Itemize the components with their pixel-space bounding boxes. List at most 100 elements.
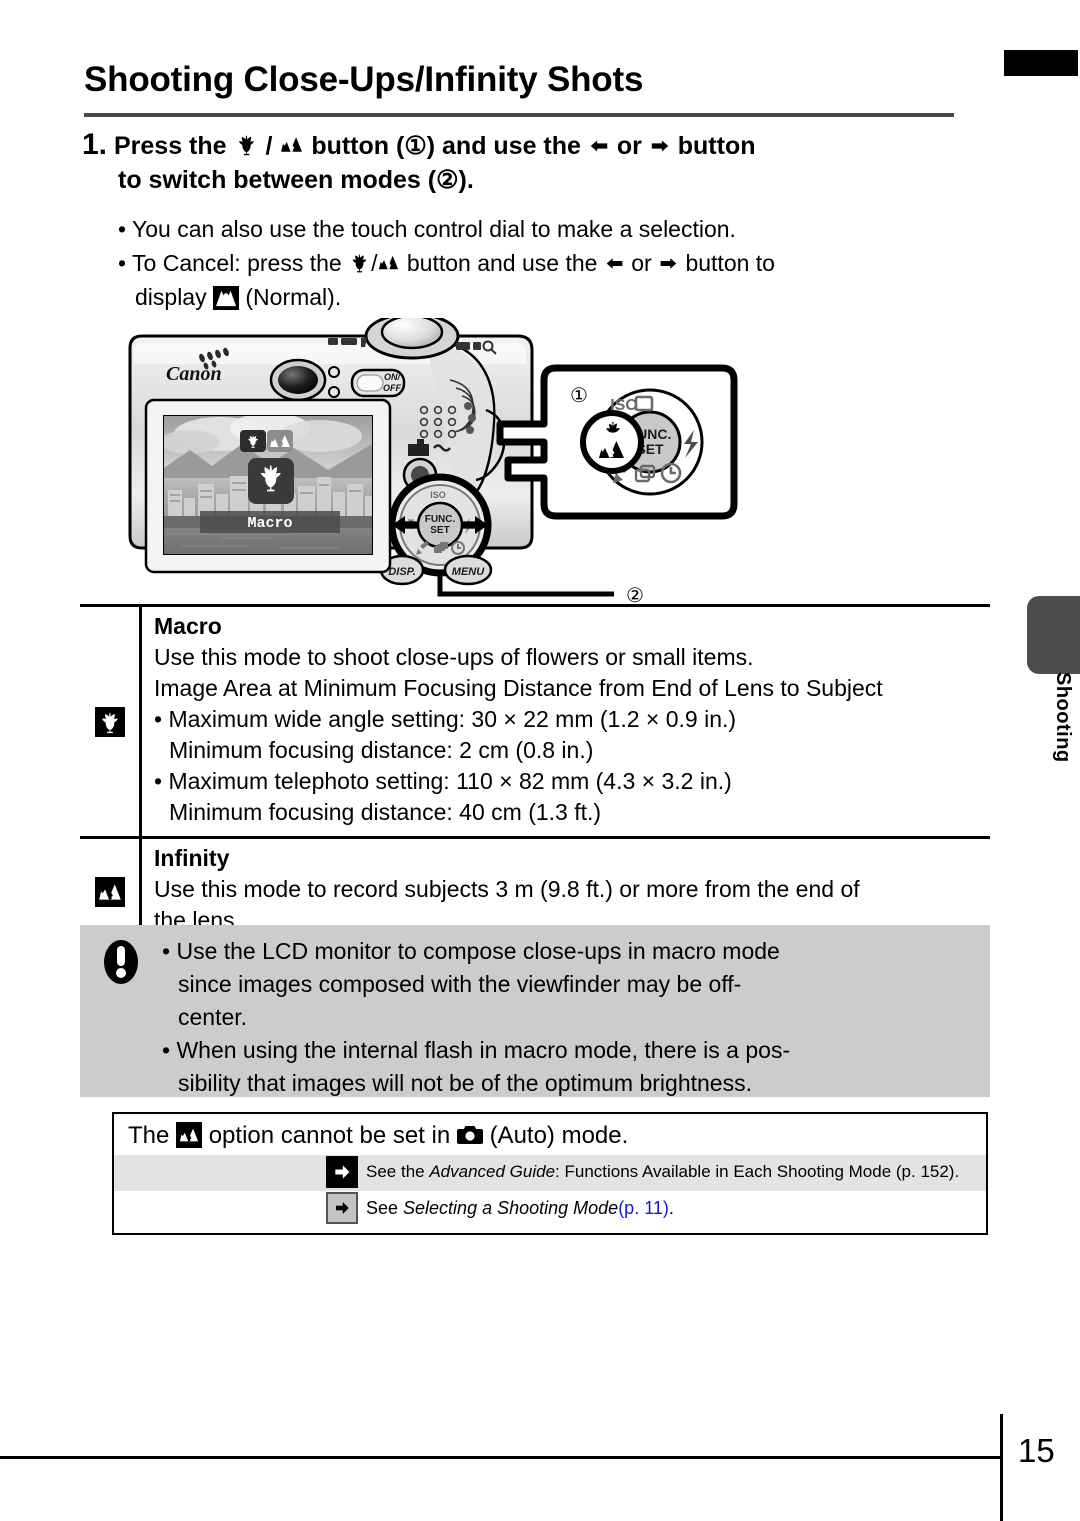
step-text-b: button (	[311, 132, 405, 160]
reference-text: See Selecting a Shooting Mode(p. 11).	[358, 1191, 674, 1227]
svg-text:ISO: ISO	[430, 490, 446, 500]
mode-spec-bullet: • Maximum wide angle setting: 30 × 22 mm…	[154, 706, 737, 732]
reference-row[interactable]: See Selecting a Shooting Mode(p. 11).	[114, 1191, 986, 1227]
bullet-cancel-cont: display (Normal).	[118, 280, 998, 314]
callout-circle-1: ①	[404, 132, 427, 160]
reference-italic-1: Selecting a Shooting Mode	[403, 1198, 619, 1218]
note-lead-c: (Auto) mode.	[489, 1122, 629, 1149]
power-button: ON/ OFF	[350, 368, 406, 398]
mode-table: Macro Use this mode to shoot close-ups o…	[80, 604, 990, 947]
caution-box: • Use the LCD monitor to compose close-u…	[80, 925, 990, 1097]
step-line2-a: to switch between modes (	[118, 166, 437, 194]
indicator-lamp-lower	[328, 386, 340, 398]
step-bullets: • You can also use the touch control dia…	[118, 212, 998, 314]
camera-auto-icon	[456, 1124, 483, 1146]
bullet-cancel-post: button to	[685, 250, 775, 276]
svg-text:MENU: MENU	[452, 566, 485, 578]
step-text-a: Press the	[113, 132, 227, 160]
mode-spec-bullet: • Maximum telephoto setting: 110 × 82 mm…	[154, 768, 732, 794]
caution-item-line: sibility that images will not be of the …	[178, 1070, 752, 1096]
page-number: 15	[1018, 1432, 1055, 1469]
lcd-monitor: Macro	[144, 398, 392, 574]
camera-illustration: Canon ON/ OFF FUNC. SET ISO DISP. MENU M…	[120, 312, 760, 608]
normal-mode-icon	[213, 286, 239, 310]
exclamation-icon	[80, 925, 162, 1097]
reference-link[interactable]: (p. 11)	[618, 1198, 669, 1218]
reference-indent	[114, 1191, 326, 1227]
shutter-button	[364, 312, 460, 360]
caution-text: • Use the LCD monitor to compose close-u…	[162, 925, 990, 1097]
mode-spec-bullet-text: Maximum wide angle setting: 30 × 22 mm (…	[168, 706, 737, 732]
caution-item: • When using the internal flash in macro…	[162, 1037, 791, 1063]
arrow-right-icon	[326, 1192, 358, 1224]
step-line2-b: ).	[458, 166, 474, 194]
bullet-display-label: display	[135, 284, 207, 310]
table-row: Macro Use this mode to shoot close-ups o…	[80, 607, 990, 836]
note-lead: The option cannot be set in (Auto) mode.	[114, 1114, 986, 1152]
indicator-lamp-upper	[328, 366, 340, 378]
reference-row[interactable]: See the Advanced Guide: Functions Availa…	[114, 1155, 986, 1191]
page-title: Shooting Close-Ups/Infinity Shots	[84, 60, 644, 99]
bullet-or: or	[631, 250, 652, 276]
reference-plain-2: : Functions Available in Each Shooting M…	[555, 1162, 960, 1181]
macro-tulip-icon	[94, 706, 125, 737]
mode-desc: Use this mode to shoot close-ups of flow…	[154, 644, 754, 670]
note-box: The option cannot be set in (Auto) mode.…	[112, 1112, 988, 1235]
svg-text:ON/: ON/	[384, 372, 402, 382]
reference-plain-2: .	[668, 1198, 674, 1218]
svg-text:FUNC.: FUNC.	[425, 514, 456, 525]
step-slash: /	[265, 132, 273, 160]
reference-list: See the Advanced Guide: Functions Availa…	[114, 1155, 986, 1227]
bullet-cancel: • To Cancel: press the / button and use …	[118, 250, 775, 276]
mode-spec-bullet-text: Maximum telephoto setting: 110 × 82 mm (…	[168, 768, 732, 794]
callout-macro-infinity-button	[580, 410, 644, 474]
reference-italic-1: Advanced Guide	[429, 1162, 556, 1181]
reference-plain-1: See the	[366, 1162, 430, 1181]
menu-button: MENU	[443, 554, 493, 586]
macro-tulip-icon	[234, 132, 259, 157]
bullet-cancel-pre: To Cancel: press the	[132, 250, 342, 276]
mode-name: Macro	[154, 613, 222, 639]
viewfinder	[269, 358, 327, 402]
callout-number-1: ①	[570, 385, 588, 407]
mode-spec-sub: Minimum focusing distance: 2 cm (0.8 in.…	[169, 737, 594, 763]
step-text-c: ) and use the	[426, 132, 581, 160]
lcd-infinity-chip	[267, 430, 293, 452]
caution-item: • Use the LCD monitor to compose close-u…	[162, 938, 780, 964]
mode-spec-heading: Image Area at Minimum Focusing Distance …	[154, 675, 883, 701]
footer-rule	[0, 1456, 1003, 1459]
step-text-d: button	[677, 132, 756, 160]
caution-item-line: When using the internal flash in macro m…	[176, 1037, 791, 1063]
arrow-right-icon	[326, 1156, 358, 1188]
step-number: 1.	[82, 128, 108, 161]
bullet-touch-dial: • You can also use the touch control dia…	[118, 216, 736, 242]
title-divider	[84, 113, 954, 117]
footer-vertical-rule	[1000, 1414, 1003, 1521]
callout-bubble: ① FUNC. SET ISO	[496, 364, 738, 520]
right-arrow-icon	[649, 135, 671, 157]
reference-plain-1: See	[366, 1198, 404, 1218]
section-tab-label: Shooting	[1052, 672, 1074, 763]
caution-item-line: Use the LCD monitor to compose close-ups…	[176, 938, 780, 964]
left-arrow-icon	[604, 253, 625, 274]
caution-item-line: center.	[178, 1004, 248, 1030]
table-icon-macro	[80, 607, 142, 836]
step-or: or	[616, 132, 642, 160]
table-cell-macro: Macro Use this mode to shoot close-ups o…	[142, 607, 990, 836]
lcd-mode-label: Macro	[247, 515, 292, 532]
right-arrow-icon	[658, 253, 679, 274]
callout-circle-2: ②	[436, 166, 459, 194]
infinity-mountain-icon	[279, 132, 304, 157]
svg-text:SET: SET	[430, 525, 449, 536]
svg-text:OFF: OFF	[383, 383, 401, 393]
infinity-mountain-icon	[176, 1122, 203, 1148]
bullet-cancel-mid: button and use the	[406, 250, 598, 276]
reference-text: See the Advanced Guide: Functions Availa…	[358, 1155, 959, 1191]
mode-desc: Use this mode to record subjects 3 m (9.…	[154, 876, 860, 902]
step-instruction: 1. Press the / button (①) and use the or…	[82, 128, 972, 197]
infinity-mountain-icon	[94, 876, 125, 907]
section-tab-marker	[1027, 596, 1080, 674]
left-arrow-icon	[588, 135, 610, 157]
note-lead-a: The	[128, 1122, 170, 1149]
infinity-mountain-icon	[377, 251, 400, 274]
